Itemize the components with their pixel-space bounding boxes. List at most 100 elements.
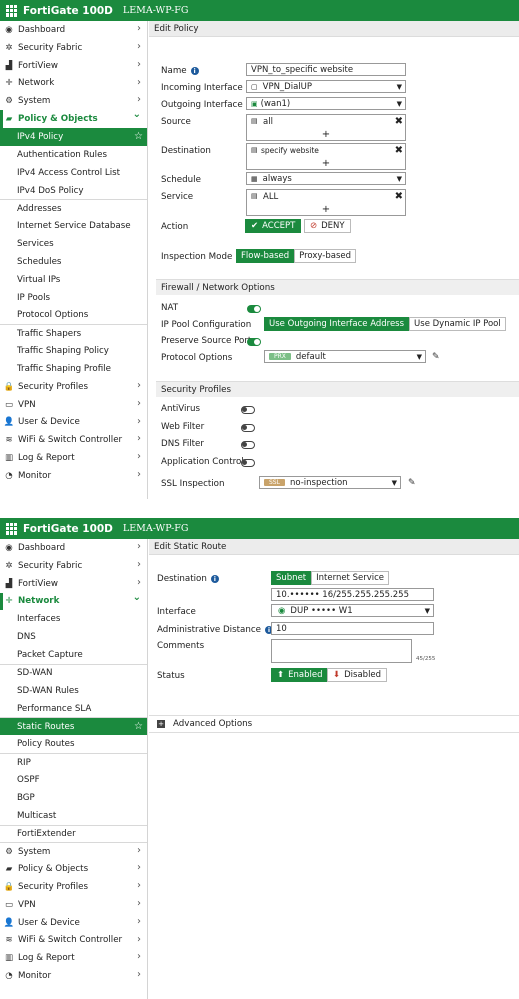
close-icon[interactable]: ✖: [395, 116, 403, 127]
sidebar-item-services[interactable]: Services: [0, 235, 147, 253]
sidebar-item-security-fabric[interactable]: ✲ Security Fabric ›: [0, 39, 147, 57]
sidebar-item-vpn[interactable]: ▭ VPN ›: [0, 896, 147, 914]
sidebar-item-security-fabric[interactable]: ✲ Security Fabric ›: [0, 557, 147, 575]
vpn-icon: ▭: [4, 899, 14, 910]
source-field[interactable]: ▤ all ✖ +: [246, 114, 406, 141]
star-icon[interactable]: ☆: [134, 131, 143, 142]
firewall-section-header: Firewall / Network Options: [156, 279, 519, 295]
edit-pencil-icon[interactable]: ✎: [432, 352, 440, 362]
sidebar-item-traffic-shaping-policy[interactable]: Traffic Shaping Policy: [0, 342, 147, 360]
application-control-toggle[interactable]: [241, 459, 255, 467]
sidebar-item-security-profiles[interactable]: 🔒 Security Profiles ›: [0, 378, 147, 396]
interface-select[interactable]: ◉ DUP ••••• W1 ▼: [271, 604, 434, 617]
sidebar-item-fortiview[interactable]: ▟ FortiView ›: [0, 575, 147, 593]
sidebar-item-packet-capture[interactable]: Packet Capture: [0, 646, 147, 664]
sidebar-item-ipv4-dos-policy[interactable]: IPv4 DoS Policy: [0, 182, 147, 200]
ip-pool-toggle: Use Outgoing Interface Address Use Dynam…: [264, 317, 506, 331]
sidebar-item-traffic-shaping-profile[interactable]: Traffic Shaping Profile: [0, 360, 147, 378]
flow-based-button[interactable]: Flow-based: [236, 249, 295, 263]
advanced-options-toggle[interactable]: + Advanced Options: [149, 715, 519, 733]
sidebar-item-dashboard[interactable]: ◉ Dashboard ›: [0, 539, 147, 557]
sidebar-item-label: Security Fabric: [18, 42, 83, 53]
web-filter-toggle[interactable]: [241, 424, 255, 432]
sidebar-item-monitor[interactable]: ◔ Monitor ›: [0, 467, 147, 485]
sidebar-item-monitor[interactable]: ◔ Monitor ›: [0, 967, 147, 985]
sidebar-item-policy-objects[interactable]: ▰ Policy & Objects ›: [0, 860, 147, 878]
sidebar-item-static-routes[interactable]: Static Routes ☆: [0, 717, 147, 736]
use-dynamic-ip-pool-button[interactable]: Use Dynamic IP Pool: [409, 317, 506, 331]
deny-icon: ⊘: [310, 221, 318, 231]
sidebar-item-traffic-shapers[interactable]: Traffic Shapers: [0, 324, 147, 342]
sidebar-item-schedules[interactable]: Schedules: [0, 253, 147, 271]
sidebar-item-multicast[interactable]: Multicast: [0, 807, 147, 825]
sidebar-item-virtual-ips[interactable]: Virtual IPs: [0, 271, 147, 289]
edit-pencil-icon[interactable]: ✎: [408, 478, 416, 488]
sidebar-item-network[interactable]: ✛ Network ⌄: [0, 592, 147, 611]
sidebar-item-performance-sla[interactable]: Performance SLA: [0, 700, 147, 718]
add-source-button[interactable]: +: [247, 130, 405, 140]
schedule-select[interactable]: ▦ always ▼: [246, 172, 406, 185]
sidebar-item-security-profiles[interactable]: 🔒 Security Profiles ›: [0, 878, 147, 896]
preserve-source-port-toggle[interactable]: [247, 338, 261, 346]
dns-filter-toggle[interactable]: [241, 441, 255, 449]
nat-toggle[interactable]: [247, 305, 261, 313]
sidebar-item-policy-routes[interactable]: Policy Routes: [0, 735, 147, 753]
sidebar-item-sd-wan-rules[interactable]: SD-WAN Rules: [0, 682, 147, 700]
sidebar-item-label: Security Profiles: [18, 381, 88, 392]
policy-icon: ▰: [5, 864, 13, 875]
name-input[interactable]: VPN_to_specific website: [246, 63, 406, 76]
sidebar-item-log-report[interactable]: ▥ Log & Report ›: [0, 949, 147, 967]
sidebar-item-wifi-switch-controller[interactable]: ≋ WiFi & Switch Controller ›: [0, 932, 147, 950]
admin-distance-input[interactable]: 10: [271, 622, 434, 635]
accept-button[interactable]: ✔ ACCEPT: [245, 219, 302, 233]
add-service-button[interactable]: +: [247, 205, 405, 215]
internet-service-button[interactable]: Internet Service: [311, 571, 390, 585]
sidebar-item-fortiextender[interactable]: FortiExtender: [0, 824, 147, 843]
sidebar-item-network[interactable]: ✛ Network ›: [0, 75, 147, 93]
sidebar-item-log-report[interactable]: ▥ Log & Report ›: [0, 449, 147, 467]
sidebar-item-bgp[interactable]: BGP: [0, 789, 147, 807]
antivirus-toggle[interactable]: [241, 406, 255, 414]
sidebar-item-ipv4-policy[interactable]: IPv4 Policy ☆: [0, 128, 147, 146]
subnet-button[interactable]: Subnet: [271, 571, 312, 585]
service-field[interactable]: ▤ ALL ✖ +: [246, 189, 406, 216]
deny-button[interactable]: ⊘ DENY: [304, 219, 351, 233]
outgoing-interface-select[interactable]: ▣ (wan1) ▼: [246, 97, 406, 110]
incoming-interface-select[interactable]: ▢ VPN_DialUP ▼: [246, 80, 406, 93]
destination-field[interactable]: ▤ specify website ✖ +: [246, 143, 406, 170]
sidebar-item-sd-wan[interactable]: SD-WAN: [0, 663, 147, 682]
close-icon[interactable]: ✖: [395, 191, 403, 202]
sidebar-item-internet-service-database[interactable]: Internet Service Database: [0, 217, 147, 235]
star-icon[interactable]: ☆: [134, 721, 143, 732]
use-outgoing-interface-button[interactable]: Use Outgoing Interface Address: [264, 317, 410, 331]
sidebar-item-dashboard[interactable]: ◉ Dashboard ›: [0, 21, 147, 39]
destination-subnet-input[interactable]: 10.•••••• 16/255.255.255.255: [271, 588, 434, 601]
ssl-inspection-select[interactable]: SSL no-inspection ▼: [259, 476, 401, 489]
sidebar-item-system[interactable]: ⚙ System ›: [0, 92, 147, 110]
sidebar-item-user-device[interactable]: 👤 User & Device ›: [0, 414, 147, 432]
disabled-button[interactable]: ⬇ Disabled: [327, 668, 388, 682]
sidebar-item-dns[interactable]: DNS: [0, 628, 147, 646]
sidebar-item-label: Multicast: [17, 810, 57, 821]
sidebar-item-interfaces[interactable]: Interfaces: [0, 610, 147, 628]
enabled-button[interactable]: ⬆ Enabled: [271, 668, 329, 682]
sidebar-item-addresses[interactable]: Addresses: [0, 199, 147, 217]
sidebar-item-wifi-switch-controller[interactable]: ≋ WiFi & Switch Controller ›: [0, 431, 147, 449]
sidebar-item-user-device[interactable]: 👤 User & Device ›: [0, 914, 147, 932]
sidebar-item-protocol-options[interactable]: Protocol Options: [0, 307, 147, 325]
close-icon[interactable]: ✖: [395, 145, 403, 156]
comments-textarea[interactable]: [271, 639, 412, 663]
proxy-based-button[interactable]: Proxy-based: [294, 249, 356, 263]
sidebar-item-authentication-rules[interactable]: Authentication Rules: [0, 146, 147, 164]
sidebar-item-ipv4-access-control-list[interactable]: IPv4 Access Control List: [0, 164, 147, 182]
sidebar-item-fortiview[interactable]: ▟ FortiView ›: [0, 57, 147, 75]
protocol-options-select[interactable]: PRX default ▼: [264, 350, 426, 363]
sidebar-item-vpn[interactable]: ▭ VPN ›: [0, 396, 147, 414]
add-destination-button[interactable]: +: [247, 159, 405, 169]
sidebar-item-rip[interactable]: RIP: [0, 753, 147, 771]
sidebar-item-label: Authentication Rules: [17, 149, 107, 160]
sidebar-item-ip-pools[interactable]: IP Pools: [0, 289, 147, 307]
sidebar-item-system[interactable]: ⚙ System ›: [0, 842, 147, 860]
sidebar-item-policy-objects[interactable]: ▰ Policy & Objects ⌄: [0, 109, 147, 129]
sidebar-item-ospf[interactable]: OSPF: [0, 771, 147, 789]
